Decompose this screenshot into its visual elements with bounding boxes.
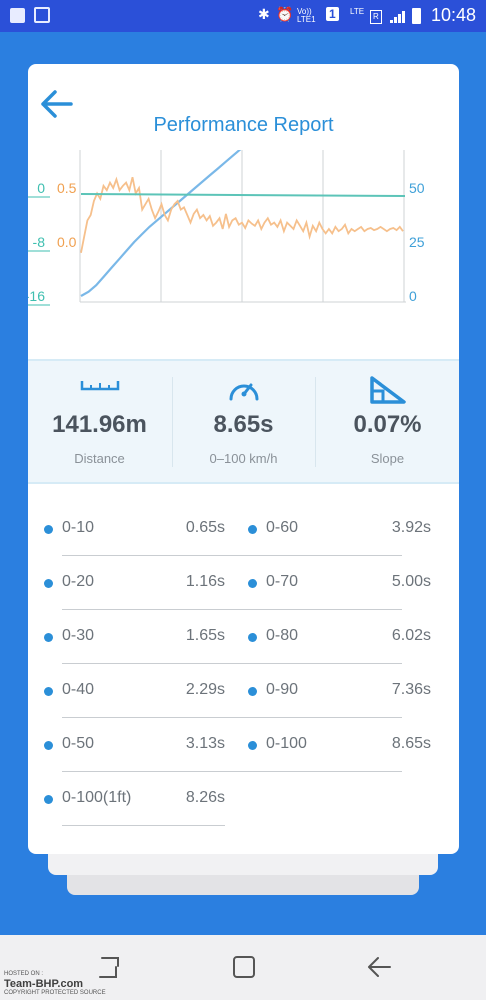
bullet-dot xyxy=(44,795,53,804)
watermark-tagline: COPYRIGHT PROTECTED SOURCE xyxy=(4,990,106,996)
axis-tick-label: 0.0 xyxy=(57,234,77,250)
axis-tick-label: -8 xyxy=(33,234,46,250)
bullet-dot xyxy=(44,525,53,534)
notification-app-icon xyxy=(10,8,25,23)
stat-label: Slope xyxy=(370,451,405,466)
split-value: 8.26s xyxy=(185,789,225,806)
ruler-icon xyxy=(80,381,119,391)
system-nav-bar: HOSTED ON : Team-BHP.com COPYRIGHT PROTE… xyxy=(0,935,486,1000)
split-row: 0-60 3.92s xyxy=(248,504,431,558)
watermark: HOSTED ON : Team-BHP.com COPYRIGHT PROTE… xyxy=(4,971,106,997)
bullet-dot xyxy=(248,525,257,534)
stat-acceleration: 8.65s 0–100 km/h xyxy=(172,361,315,482)
speedometer-icon xyxy=(229,383,258,401)
split-value: 0.65s xyxy=(185,519,225,536)
split-label: 0-10 xyxy=(62,519,95,536)
axis-tick-label: -16 xyxy=(28,288,45,304)
split-value: 3.92s xyxy=(391,519,431,536)
axis-tick-label: 0.5 xyxy=(57,180,77,196)
gallery-notification-icon xyxy=(34,7,50,23)
split-row: 0-10 0.65s xyxy=(44,504,225,558)
watermark-hosted: HOSTED ON : xyxy=(4,971,44,977)
split-row-divider xyxy=(44,666,402,720)
split-label: 0-100(1ft) xyxy=(62,789,132,806)
axis-tick-label: 25 xyxy=(409,234,425,250)
axis-tick-label: 50 xyxy=(409,180,425,196)
row-divider xyxy=(62,555,225,556)
status-bar: ✱ ⏰ Vo)) LTE1 1 LTE R 10:48 xyxy=(0,0,486,32)
alarm-icon: ⏰ xyxy=(276,6,294,22)
split-label: 0-60 xyxy=(266,519,299,536)
row-divider xyxy=(62,663,402,664)
row-divider xyxy=(62,717,402,718)
watermark-site: Team-BHP.com xyxy=(4,978,84,990)
split-row: 0-100(1ft) 8.26s xyxy=(44,774,225,828)
stat-label: 0–100 km/h xyxy=(209,451,278,466)
row-divider xyxy=(62,825,225,826)
signal-icon xyxy=(390,11,405,23)
stat-value: 8.65s xyxy=(213,411,274,438)
bluetooth-icon: ✱ xyxy=(258,6,270,22)
status-time: 10:48 xyxy=(430,5,476,25)
home-icon xyxy=(233,956,255,978)
stats-panel: 141.96m Distance 8.65s 0–100 km/h 0.07% … xyxy=(28,359,459,484)
split-row-divider xyxy=(44,612,402,666)
stat-value: 141.96m xyxy=(52,411,147,438)
performance-chart: 0 -8 -16 0.5 0.0 50 25 0 xyxy=(28,150,425,306)
lte1-label: LTE1 xyxy=(297,15,316,24)
stat-slope: 0.07% Slope xyxy=(316,361,459,482)
battery-icon xyxy=(412,8,421,24)
row-divider xyxy=(62,771,402,772)
axis-tick-label: 0 xyxy=(37,180,45,196)
slope-icon xyxy=(369,376,406,404)
sim-indicator: 1 xyxy=(326,7,339,21)
back-nav-button[interactable] xyxy=(360,953,400,983)
home-button[interactable] xyxy=(224,953,264,983)
lte-label: LTE xyxy=(350,7,365,16)
split-row-divider xyxy=(44,720,402,774)
roaming-label: R xyxy=(370,10,382,24)
axis-tick-label: 0 xyxy=(409,288,417,304)
back-nav-icon xyxy=(368,957,391,977)
row-divider xyxy=(62,609,402,610)
stat-value: 0.07% xyxy=(353,411,422,438)
performance-report-card: Performance Report 0 -8 -16 0.5 0.0 50 25 0 141… xyxy=(28,64,459,854)
stat-label: Distance xyxy=(74,451,125,466)
split-row-divider xyxy=(44,558,402,612)
page-title: Performance Report xyxy=(153,114,334,136)
stat-distance: 141.96m Distance xyxy=(28,361,171,482)
series-line-slope xyxy=(80,193,406,197)
